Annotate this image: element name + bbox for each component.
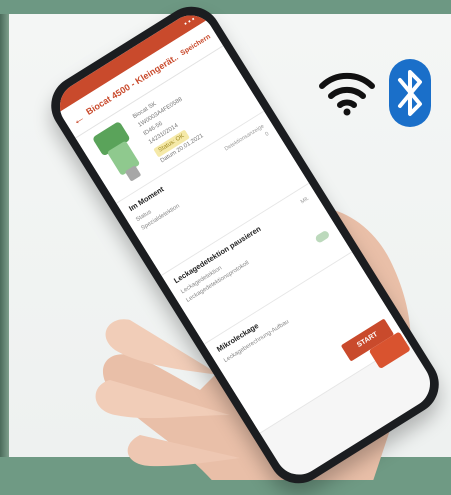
left-edge-strip [0, 14, 9, 457]
top-border [0, 0, 451, 14]
pause-toggle[interactable] [314, 229, 331, 244]
save-button[interactable]: Speichern [179, 33, 211, 57]
back-arrow-icon[interactable]: ← [68, 108, 87, 128]
wifi-icon [319, 72, 375, 116]
bluetooth-icon [389, 59, 431, 127]
